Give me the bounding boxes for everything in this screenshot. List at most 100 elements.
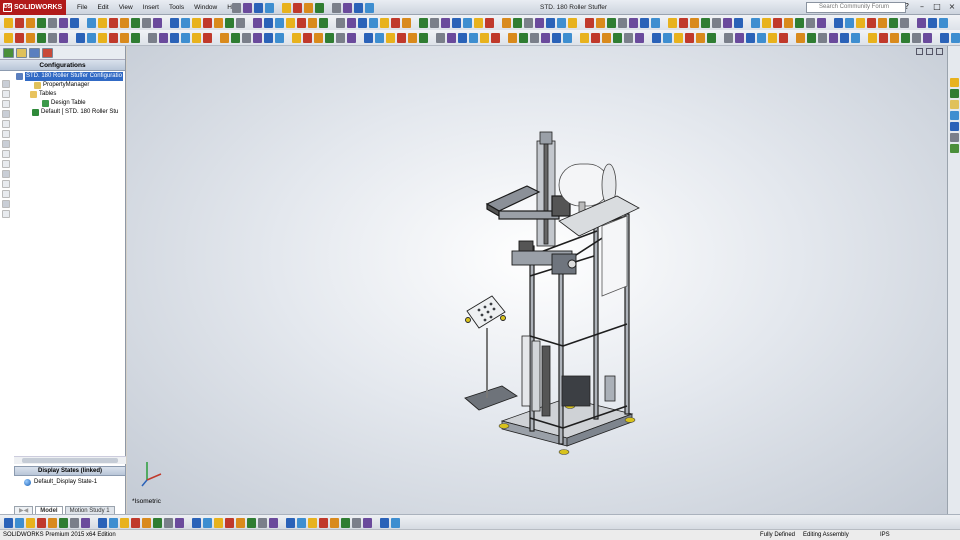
toolbar-tool-icon[interactable] [901, 33, 910, 43]
toolbar-tool-icon[interactable] [701, 18, 710, 28]
menu-edit[interactable]: Edit [92, 0, 113, 15]
toolbar-tool-icon[interactable] [900, 18, 909, 28]
scrollbar-thumb[interactable] [22, 458, 118, 463]
toolbar-tool-icon[interactable] [70, 18, 79, 28]
toolbar-tool-icon[interactable] [254, 3, 263, 13]
toolbar-tool-icon[interactable] [192, 518, 201, 528]
toolbar-tool-icon[interactable] [535, 18, 544, 28]
toolbar-tool-icon[interactable] [419, 33, 428, 43]
toolbar-tool-icon[interactable] [818, 33, 827, 43]
toolbar-tool-icon[interactable] [829, 33, 838, 43]
toolbar-tool-icon[interactable] [363, 518, 372, 528]
toolbar-tool-icon[interactable] [856, 18, 865, 28]
toolbar-tool-icon[interactable] [70, 518, 79, 528]
toolbar-tool-icon[interactable] [524, 18, 533, 28]
file-explorer-icon[interactable] [949, 100, 959, 109]
toolbar-tool-icon[interactable] [724, 33, 733, 43]
toolbar-tool-icon[interactable] [912, 33, 921, 43]
toolbar-tool-icon[interactable] [87, 33, 96, 43]
toolbar-tool-icon[interactable] [315, 3, 324, 13]
toolbar-tool-icon[interactable] [762, 18, 771, 28]
toolbar-tool-icon[interactable] [98, 518, 107, 528]
toolbar-tool-icon[interactable] [806, 18, 815, 28]
toolbar-tool-icon[interactable] [336, 18, 345, 28]
toolbar-tool-icon[interactable] [159, 33, 168, 43]
toolbar-tool-icon[interactable] [690, 18, 699, 28]
toolbar-tool-icon[interactable] [347, 33, 356, 43]
toolbar-tool-icon[interactable] [336, 33, 345, 43]
toolbar-tool-icon[interactable] [15, 18, 24, 28]
toolbar-tool-icon[interactable] [258, 518, 267, 528]
toolbar-tool-icon[interactable] [746, 33, 755, 43]
toolbar-tool-icon[interactable] [430, 18, 439, 28]
toolbar-tool-icon[interactable] [297, 18, 306, 28]
toolbar-tool-icon[interactable] [939, 18, 948, 28]
toolbar-tool-icon[interactable] [37, 33, 46, 43]
toolbar-tool-icon[interactable] [120, 33, 129, 43]
toolbar-tool-icon[interactable] [120, 518, 129, 528]
toolbar-tool-icon[interactable] [734, 18, 743, 28]
toolbar-tool-icon[interactable] [674, 33, 683, 43]
toolbar-tool-icon[interactable] [131, 518, 140, 528]
toolbar-tool-icon[interactable] [192, 18, 201, 28]
toolbar-tool-icon[interactable] [391, 18, 400, 28]
toolbar-tool-icon[interactable] [332, 3, 341, 13]
toolbar-tool-icon[interactable] [59, 18, 68, 28]
toolbar-tool-icon[interactable] [563, 33, 572, 43]
toolbar-tool-icon[interactable] [354, 3, 363, 13]
toolbar-tool-icon[interactable] [585, 18, 594, 28]
toolbar-tool-icon[interactable] [203, 18, 212, 28]
toolbar-tool-icon[interactable] [668, 18, 677, 28]
toolbar-tool-icon[interactable] [203, 33, 212, 43]
toolbar-tool-icon[interactable] [369, 18, 378, 28]
toolbar-tool-icon[interactable] [286, 518, 295, 528]
toolbar-tool-icon[interactable] [319, 18, 328, 28]
toolbar-tool-icon[interactable] [890, 33, 899, 43]
toolbar-tool-icon[interactable] [386, 33, 395, 43]
toolbar-tool-icon[interactable] [723, 18, 732, 28]
toolbar-tool-icon[interactable] [474, 18, 483, 28]
toolbar-tool-icon[interactable] [164, 518, 173, 528]
toolbar-tool-icon[interactable] [303, 33, 312, 43]
toolbar-tool-icon[interactable] [817, 18, 826, 28]
toolbar-tool-icon[interactable] [4, 518, 13, 528]
toolbar-tool-icon[interactable] [629, 18, 638, 28]
toolbar-tool-icon[interactable] [26, 18, 35, 28]
toolbar-tool-icon[interactable] [236, 518, 245, 528]
toolbar-tool-icon[interactable] [352, 518, 361, 528]
toolbar-tool-icon[interactable] [365, 3, 374, 13]
menu-view[interactable]: View [114, 0, 138, 15]
toolbar-tool-icon[interactable] [840, 33, 849, 43]
toolbar-tool-icon[interactable] [325, 33, 334, 43]
toolbar-tool-icon[interactable] [878, 18, 887, 28]
toolbar-tool-icon[interactable] [602, 33, 611, 43]
toolbar-tool-icon[interactable] [696, 33, 705, 43]
toolbar-tool-icon[interactable] [232, 3, 241, 13]
minimize-button[interactable]: – [916, 1, 928, 13]
toolbar-tool-icon[interactable] [596, 18, 605, 28]
toolbar-tool-icon[interactable] [153, 18, 162, 28]
toolbar-tool-icon[interactable] [923, 33, 932, 43]
toolbar-tool-icon[interactable] [87, 18, 96, 28]
toolbar-tool-icon[interactable] [851, 33, 860, 43]
toolbar-tool-icon[interactable] [436, 33, 445, 43]
toolbar-tool-icon[interactable] [26, 33, 35, 43]
toolbar-tool-icon[interactable] [624, 33, 633, 43]
toolbar-tool-icon[interactable] [391, 518, 400, 528]
view-palette-icon[interactable] [949, 111, 959, 120]
toolbar-tool-icon[interactable] [59, 518, 68, 528]
toolbar-tool-icon[interactable] [707, 33, 716, 43]
toolbar-tool-icon[interactable] [784, 18, 793, 28]
toolbar-tool-icon[interactable] [214, 18, 223, 28]
toolbar-tool-icon[interactable] [867, 18, 876, 28]
toolbar-tool-icon[interactable] [319, 518, 328, 528]
toolbar-tool-icon[interactable] [282, 3, 291, 13]
appearances-icon[interactable] [949, 122, 959, 131]
toolbar-tool-icon[interactable] [397, 33, 406, 43]
toolbar-tool-icon[interactable] [358, 18, 367, 28]
toolbar-tool-icon[interactable] [757, 33, 766, 43]
toolbar-tool-icon[interactable] [247, 518, 256, 528]
tree-item-default-config[interactable]: Default [ STD. 180 Roller Stu [32, 108, 118, 117]
configuration-manager-tab-icon[interactable] [29, 48, 40, 58]
help-button[interactable]: ? [901, 1, 913, 13]
